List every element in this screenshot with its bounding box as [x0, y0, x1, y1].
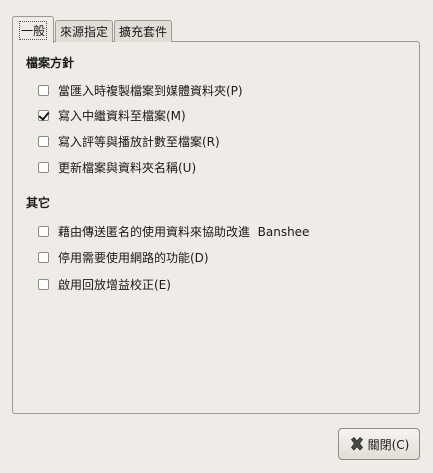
write-ratings-label: 寫入評等與播放計數至檔案(R) — [58, 134, 220, 149]
file-policy-title: 檔案方針 — [26, 56, 75, 70]
tab-bar: 一般 來源指定 擴充套件 — [12, 15, 173, 43]
write-ratings-checkbox[interactable] — [38, 135, 49, 147]
disable-network-label: 停用需要使用網路的功能(D) — [58, 250, 209, 265]
usage-data-label: 藉由傳送匿名的使用資料來協助改進 Banshee — [58, 224, 310, 239]
close-icon — [350, 437, 363, 451]
copy-on-import-checkbox[interactable] — [38, 84, 49, 96]
write-metadata-option[interactable]: 寫入中繼資料至檔案(M) — [38, 106, 186, 124]
close-button[interactable]: 關閉(C) — [338, 428, 420, 460]
tab-general-label: 一般 — [19, 20, 48, 40]
usage-data-option[interactable]: 藉由傳送匿名的使用資料來協助改進 Banshee — [38, 222, 309, 240]
tab-source[interactable]: 來源指定 — [55, 20, 114, 42]
update-names-label: 更新檔案與資料夾名稱(U) — [58, 160, 197, 175]
replay-gain-label: 啟用回放增益校正(E) — [58, 277, 171, 292]
other-title: 其它 — [26, 196, 51, 210]
disable-network-option[interactable]: 停用需要使用網路的功能(D) — [38, 248, 209, 266]
usage-data-checkbox[interactable] — [38, 225, 49, 237]
general-panel: 檔案方針 當匯入時複製檔案到媒體資料夾(P) 寫入中繼資料至檔案(M) 寫入評等… — [12, 41, 420, 414]
write-ratings-option[interactable]: 寫入評等與播放計數至檔案(R) — [38, 132, 220, 150]
write-metadata-label: 寫入中繼資料至檔案(M) — [58, 108, 186, 123]
write-metadata-checkbox[interactable] — [38, 109, 49, 121]
copy-on-import-option[interactable]: 當匯入時複製檔案到媒體資料夾(P) — [38, 81, 243, 99]
update-names-checkbox[interactable] — [38, 161, 49, 173]
tab-extensions-label: 擴充套件 — [119, 25, 168, 39]
copy-on-import-label: 當匯入時複製檔案到媒體資料夾(P) — [58, 83, 243, 98]
replay-gain-checkbox[interactable] — [38, 278, 49, 290]
tab-general[interactable]: 一般 — [12, 16, 55, 43]
disable-network-checkbox[interactable] — [38, 251, 49, 263]
replay-gain-option[interactable]: 啟用回放增益校正(E) — [38, 275, 171, 293]
tab-extensions[interactable]: 擴充套件 — [114, 20, 173, 42]
update-names-option[interactable]: 更新檔案與資料夾名稱(U) — [38, 158, 196, 176]
tab-source-label: 來源指定 — [60, 25, 109, 39]
close-button-label: 關閉(C) — [367, 437, 410, 452]
